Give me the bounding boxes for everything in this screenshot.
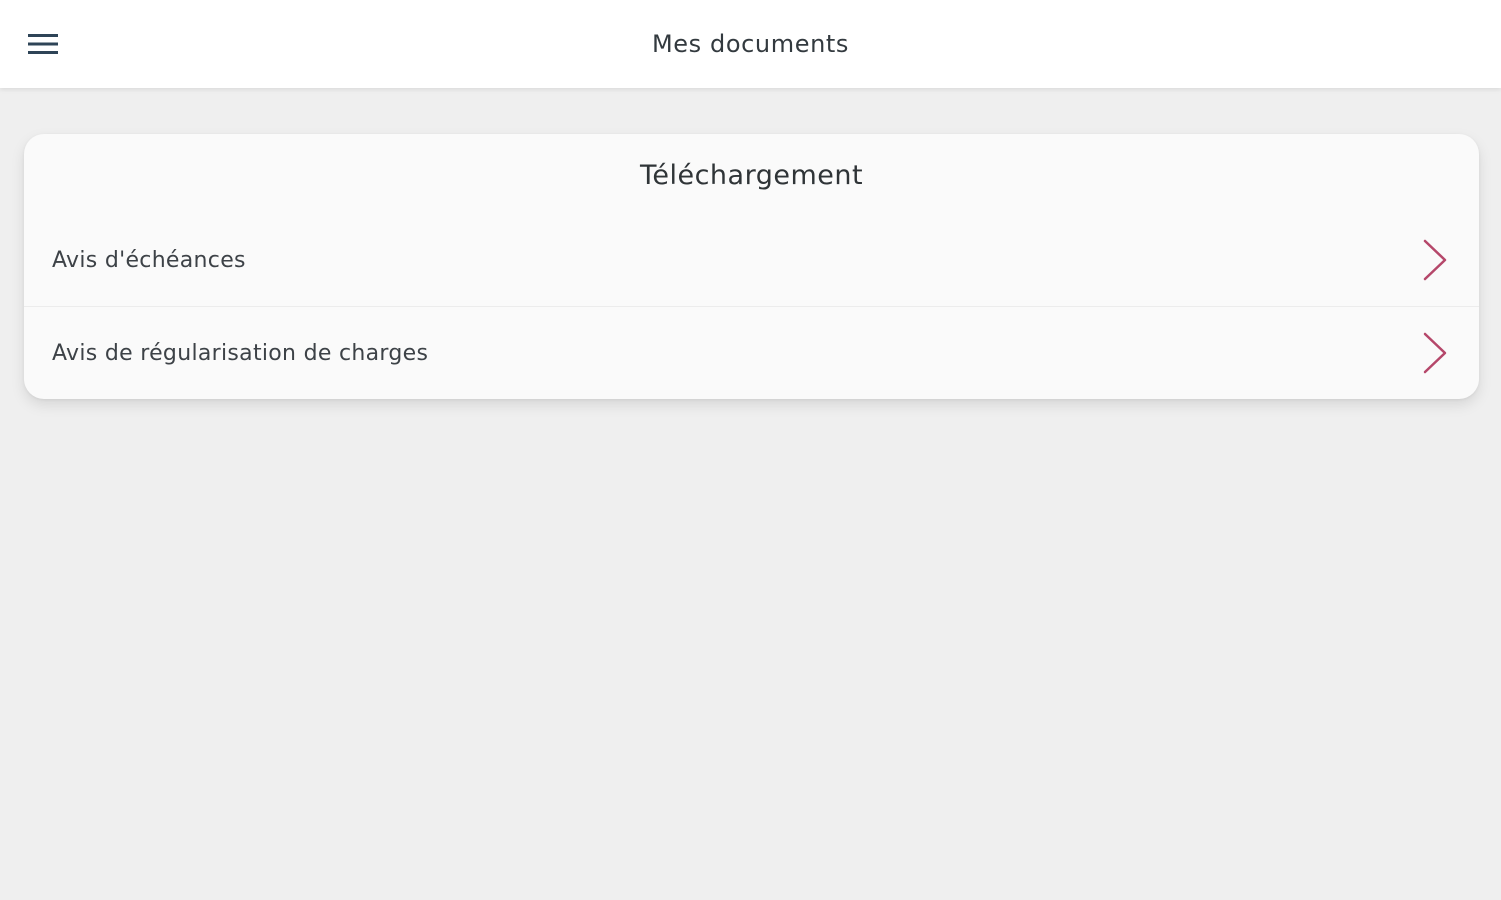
chevron-right-icon xyxy=(1423,332,1447,374)
list-item-label: Avis d'échéances xyxy=(52,247,246,273)
list-item-label: Avis de régularisation de charges xyxy=(52,340,429,366)
chevron-right-icon xyxy=(1423,239,1447,281)
app-header: Mes documents xyxy=(0,0,1501,88)
page-title: Mes documents xyxy=(652,30,849,58)
list-item-avis-echeances[interactable]: Avis d'échéances xyxy=(24,214,1479,306)
section-heading: Téléchargement xyxy=(639,160,864,191)
list-item-avis-regularisation[interactable]: Avis de régularisation de charges xyxy=(24,306,1479,399)
download-card: Téléchargement Avis d'échéances Avis de … xyxy=(24,134,1479,399)
